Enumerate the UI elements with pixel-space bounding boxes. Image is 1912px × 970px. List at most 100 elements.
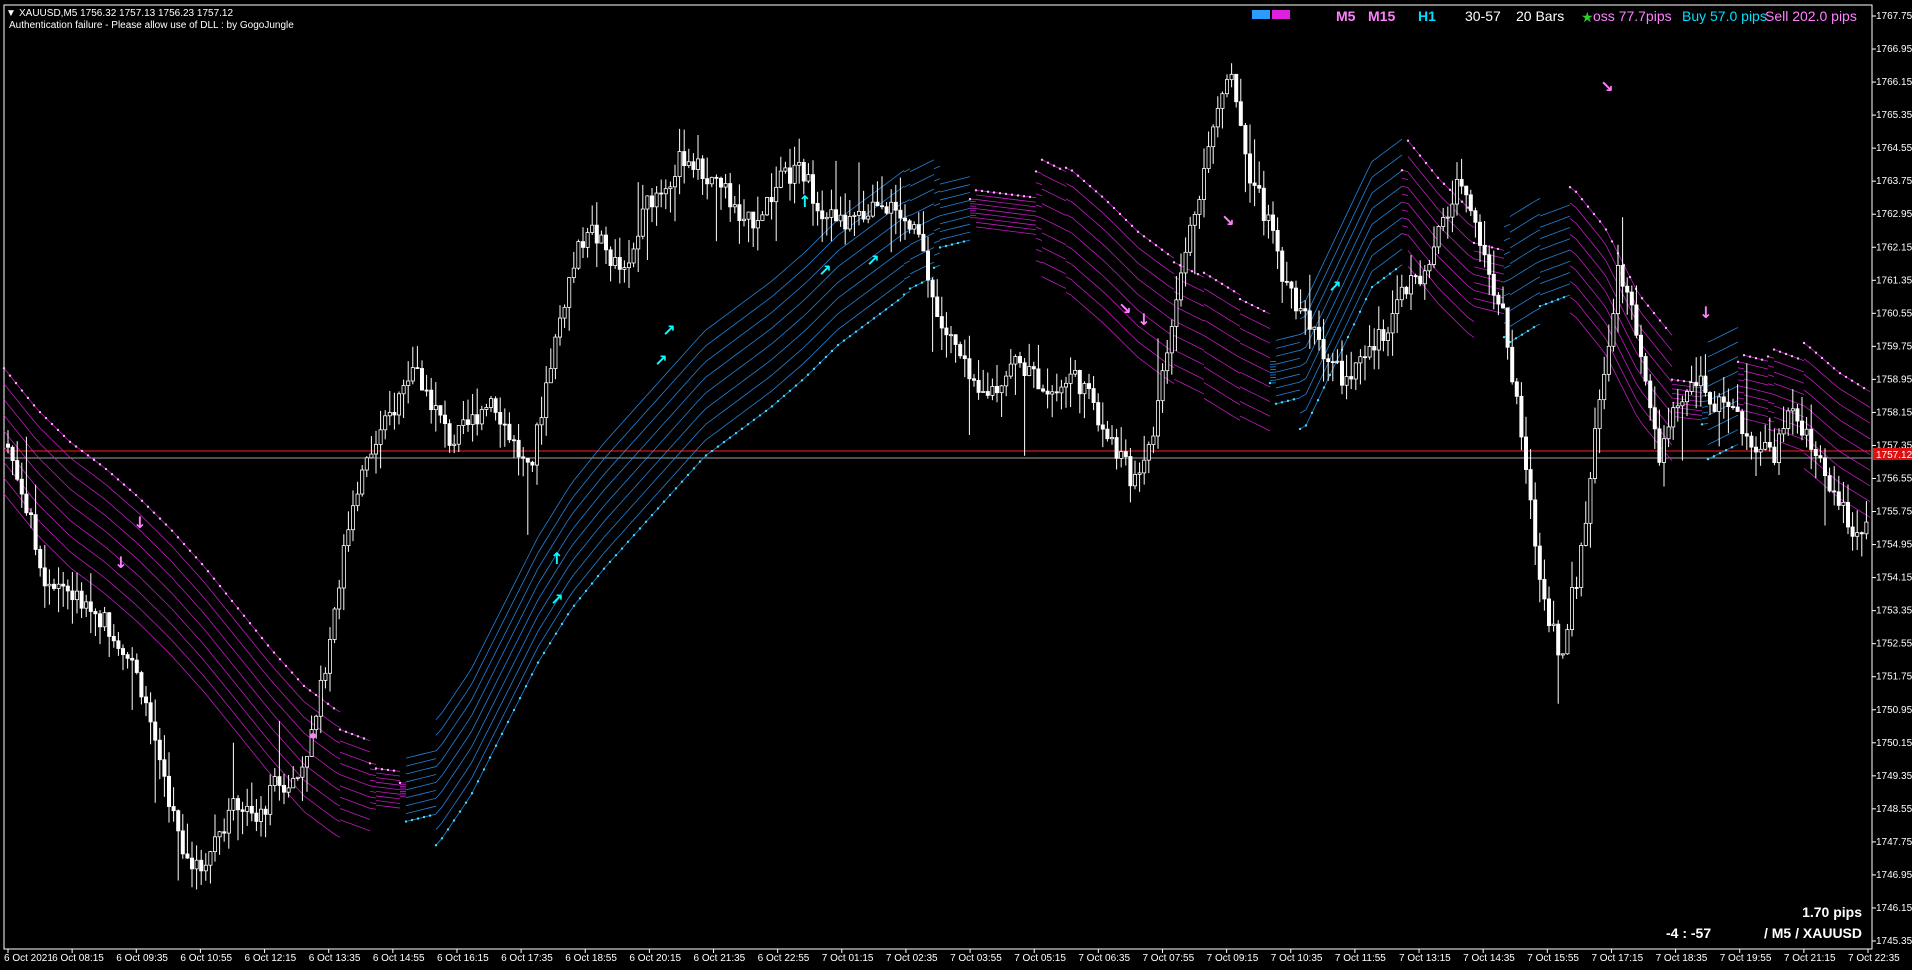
ribbon-line (651, 414, 659, 422)
ribbon-line (675, 465, 683, 473)
ribbon-dot (1136, 230, 1140, 234)
ribbon-line (531, 536, 539, 550)
ribbon-dot (260, 636, 264, 640)
candle-body (962, 355, 967, 360)
candle-body (1045, 390, 1050, 395)
ribbon-line (201, 689, 209, 698)
ribbon-line (243, 678, 251, 687)
ribbon-line (1059, 255, 1067, 260)
ribbon-line (999, 202, 1007, 204)
ribbon-dot (1628, 275, 1632, 279)
signal-arrow-icon: ↓ (1137, 310, 1150, 329)
ribbon-line (819, 293, 827, 301)
ribbon-dot (1784, 352, 1788, 356)
candle-body (1358, 356, 1363, 364)
ribbon-line (423, 759, 431, 763)
ribbon-line (717, 379, 725, 385)
ribbon-line (1551, 220, 1559, 224)
candle-body (1399, 286, 1404, 301)
ribbon-line (387, 792, 395, 794)
ribbon-line (1065, 214, 1073, 219)
ribbon-line (237, 623, 245, 632)
ribbon-line (129, 552, 137, 559)
tf-h1: H1 (1418, 8, 1436, 24)
candle-body (1211, 126, 1216, 148)
ribbon-line (807, 242, 815, 250)
ribbon-line (933, 165, 941, 170)
ribbon-dot (44, 416, 48, 420)
ribbon-line (795, 270, 803, 277)
ribbon-line (1071, 295, 1079, 302)
ribbon-line (1185, 370, 1193, 374)
candle-body (1349, 376, 1354, 380)
ribbon-line (1341, 258, 1349, 272)
candle-body (1326, 358, 1331, 363)
ribbon-line (741, 408, 749, 414)
ribbon-line (1011, 230, 1019, 233)
ribbon-line (321, 730, 329, 736)
ribbon-line (123, 578, 131, 585)
ribbon-dot (398, 781, 402, 785)
ribbon-line (1617, 378, 1625, 391)
ribbon-line (831, 344, 839, 352)
ribbon-line (489, 682, 497, 696)
ribbon-line (1053, 238, 1061, 243)
ribbon-line (1101, 321, 1109, 328)
ribbon-line (63, 545, 71, 552)
candle-body (1781, 428, 1786, 435)
x-tick-label: 7 Oct 09:15 (1207, 953, 1259, 964)
ribbon-line (573, 551, 581, 559)
ribbon-dot (776, 399, 780, 403)
ribbon-line (195, 557, 203, 565)
ribbon-line (1257, 366, 1265, 370)
candle-body (1689, 382, 1694, 392)
ribbon-line (99, 479, 107, 486)
ribbon-line (1029, 205, 1037, 208)
ribbon-line (669, 425, 677, 433)
ribbon-dot (680, 480, 684, 483)
bars-text: 20 Bars (1516, 8, 1564, 24)
ribbon-line (645, 499, 653, 507)
ribbon-line (1809, 394, 1817, 401)
ribbon-line (693, 367, 701, 375)
ribbon-line (771, 306, 779, 313)
ribbon-line (1215, 342, 1223, 347)
ribbon-line (909, 212, 917, 216)
ribbon-dot (674, 487, 678, 490)
ribbon-line (1215, 405, 1223, 410)
ribbon-line (1851, 427, 1859, 432)
ribbon-line (705, 340, 713, 346)
ribbon-line (153, 590, 161, 598)
ribbon-dot (122, 483, 126, 486)
ribbon-line (1395, 233, 1403, 239)
ribbon-line (1695, 418, 1703, 421)
y-tick-label: 1746.95 (1876, 870, 1912, 881)
ribbon-dot (536, 661, 540, 664)
ribbon-line (1089, 279, 1097, 286)
ribbon-line (585, 567, 593, 576)
ribbon-line (369, 779, 377, 782)
ribbon-line (255, 646, 263, 655)
ribbon-line (993, 228, 1001, 231)
candle-body (1468, 194, 1473, 212)
ribbon-line (1443, 199, 1451, 206)
ribbon-line (369, 802, 377, 805)
collapse-icon[interactable]: ▼ (6, 8, 16, 19)
ribbon-line (1731, 356, 1739, 360)
ribbon-line (9, 391, 17, 400)
ribbon-line (1293, 334, 1301, 337)
ribbon-line (525, 642, 533, 656)
ribbon-line (999, 224, 1007, 227)
x-tick-label: 7 Oct 05:15 (1014, 953, 1066, 964)
ribbon-line (363, 783, 371, 787)
price-chart[interactable]: ↓ ↓ • ↑ ↗ ↗ ↗ ↑ ↗ ↗ ↘ ↓ ↘ ↗ ↘ ↓ 1767.75 1766.95 1766.15 17… (0, 0, 1912, 970)
ribbon-line (429, 797, 437, 801)
ribbon-line (933, 178, 941, 182)
ribbon-line (507, 584, 515, 597)
ribbon-line (1011, 208, 1019, 210)
ribbon-line (177, 662, 185, 670)
ribbon-dot (578, 597, 582, 600)
ribbon-line (51, 423, 59, 431)
ribbon-line (1593, 292, 1601, 301)
ribbon-line (27, 429, 35, 438)
